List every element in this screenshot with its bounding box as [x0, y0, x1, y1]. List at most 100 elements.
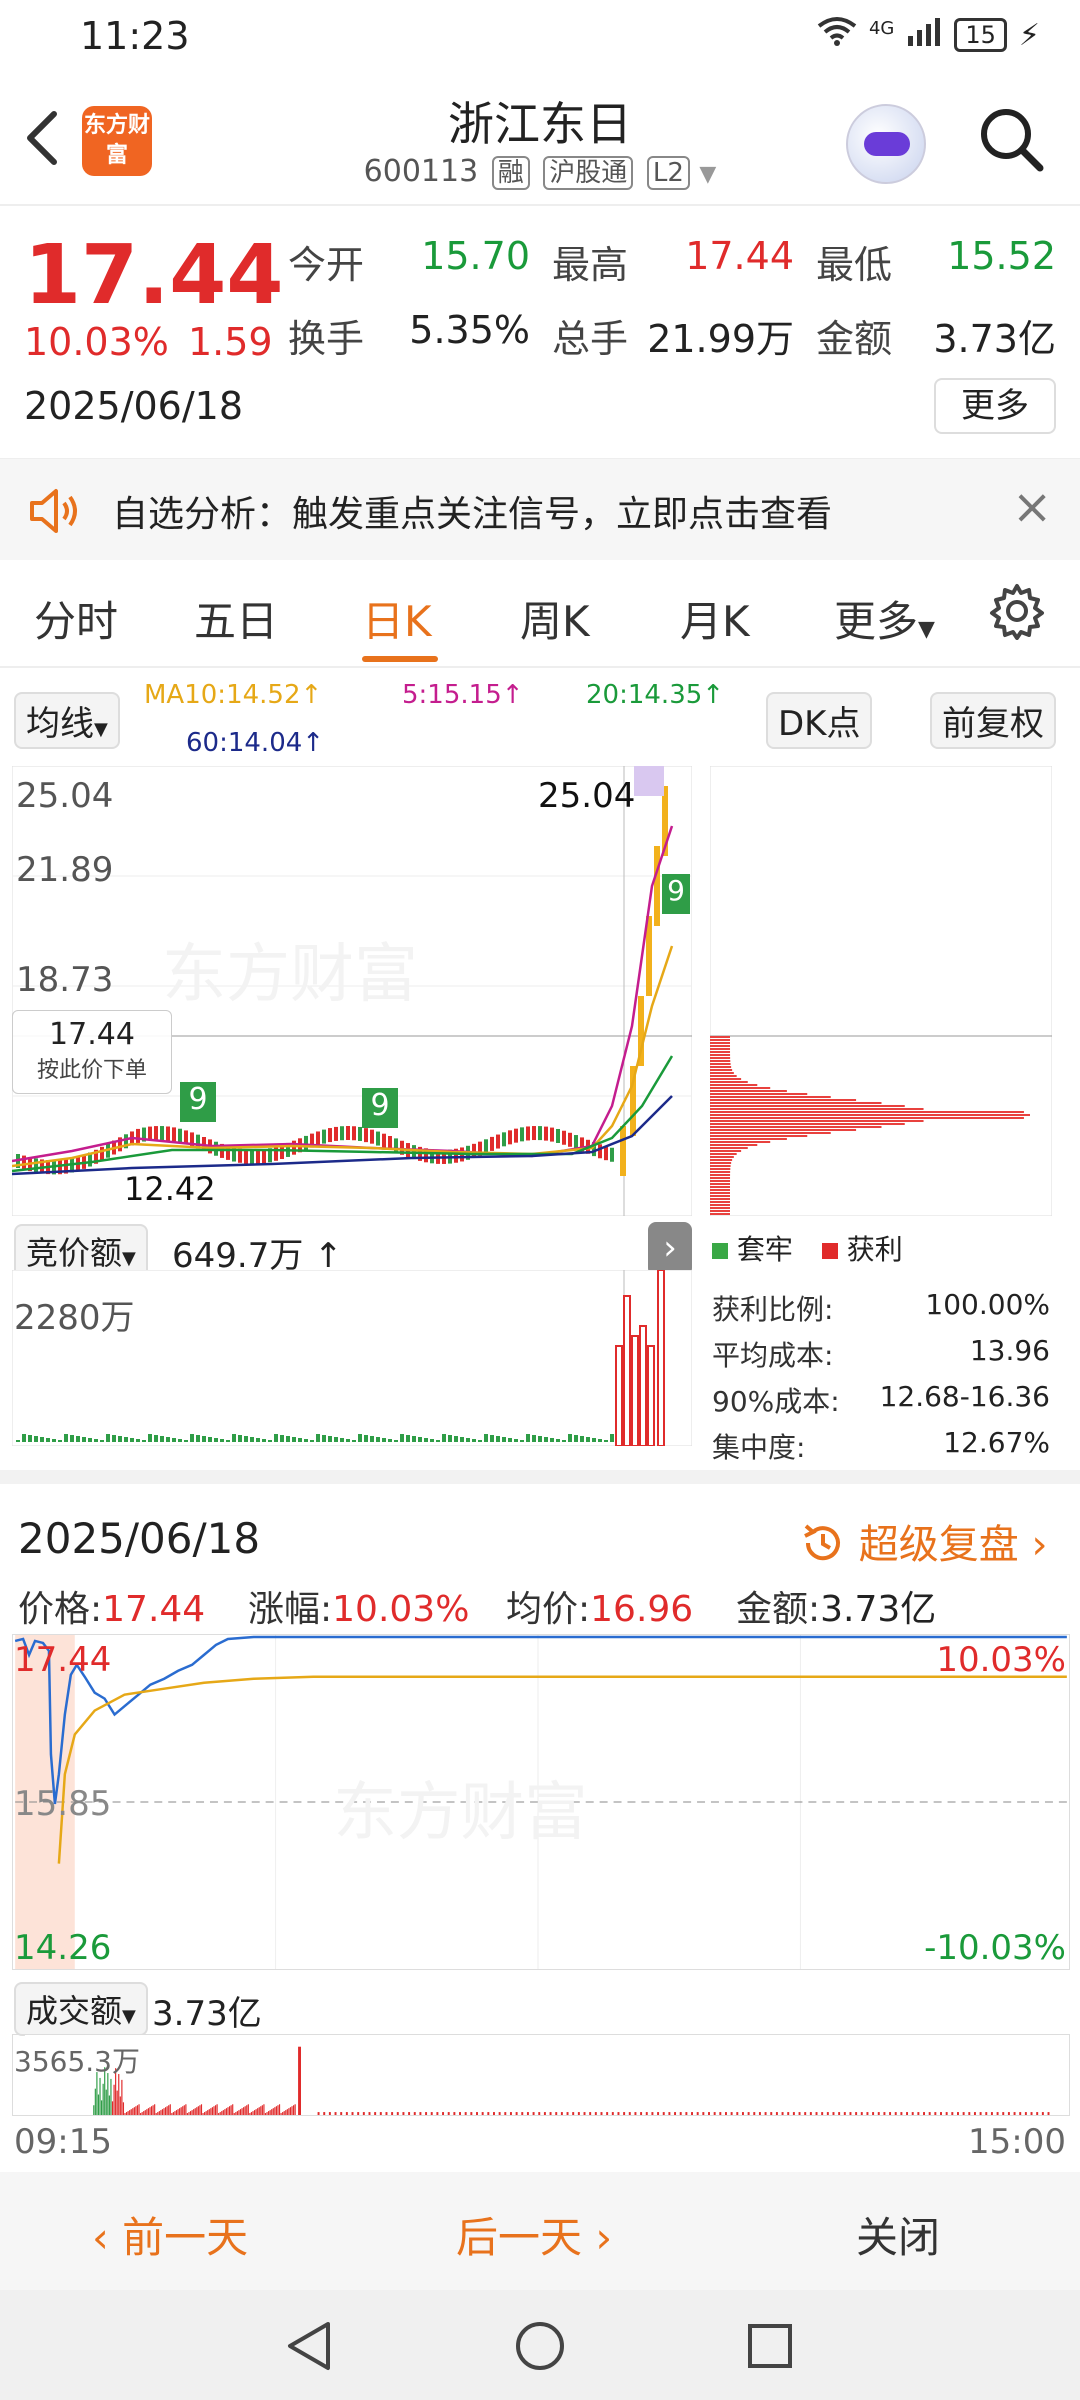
- intraday-volume-bar: [161, 2109, 164, 2115]
- intraday-volume-bar: [979, 2112, 982, 2115]
- detail-date: 2025/06/18: [18, 1514, 261, 1563]
- chip-bar: [710, 1114, 1030, 1116]
- tab-monthly-k[interactable]: 月K: [680, 588, 750, 649]
- caret-down-icon: ▼: [94, 719, 108, 740]
- intraday-volume-bar: [849, 2112, 852, 2115]
- intraday-volume-bar: [894, 2112, 897, 2115]
- intraday-volume-bar: [216, 2104, 218, 2115]
- chip-distribution-chart[interactable]: [710, 766, 1052, 1216]
- kline-candle: [508, 1130, 512, 1145]
- chevron-right-icon: ›: [582, 2213, 613, 2262]
- chip-bar: [710, 1198, 730, 1200]
- kline-candle: [334, 1126, 338, 1141]
- volume-bar: [460, 1437, 464, 1442]
- dropdown-icon[interactable]: ▼: [699, 162, 716, 187]
- super-replay-link[interactable]: 超级复盘 ›: [800, 1512, 1047, 1570]
- volume-bar: [142, 1440, 146, 1442]
- volume-bar: [466, 1438, 470, 1442]
- intraday-volume-bar: [611, 2112, 614, 2115]
- intraday-volume-bar: [249, 2113, 251, 2115]
- volume-bar: [256, 1438, 260, 1442]
- intraday-volume-bar: [543, 2112, 546, 2115]
- td-signal-2: 9: [362, 1088, 398, 1128]
- chip-bar: [710, 1204, 730, 1206]
- intraday-volume-bar: [174, 2111, 176, 2115]
- chip-bar: [710, 1081, 748, 1083]
- volume-bar: [358, 1434, 362, 1442]
- prev-day-label: 前一天: [122, 2213, 249, 2262]
- volume-bar: [496, 1436, 500, 1442]
- quote-date: 2025/06/18: [24, 384, 244, 428]
- kline-candle: [178, 1128, 182, 1143]
- intraday-volume-bar: [298, 2046, 301, 2115]
- intraday-volume-bar: [821, 2112, 824, 2115]
- chip-bar: [710, 1039, 731, 1041]
- detail-pct-value: 10.03%: [332, 1589, 470, 1630]
- chip-bar: [710, 1153, 737, 1155]
- more-button[interactable]: 更多: [934, 378, 1056, 434]
- nav-home-icon[interactable]: [512, 2318, 568, 2374]
- bottom-action-bar: ‹ 前一天 后一天 › 关闭: [0, 2172, 1080, 2290]
- expand-arrow-button[interactable]: ›: [648, 1222, 692, 1276]
- low-marker: 12.42: [124, 1170, 216, 1208]
- intraday-volume-bar: [934, 2112, 937, 2115]
- intraday-chart[interactable]: 东方财富: [12, 1634, 1070, 1970]
- intraday-volume-bar: [144, 2110, 146, 2115]
- close-icon[interactable]: ×: [1012, 479, 1052, 535]
- volume-selector-label: 竞价额: [26, 1234, 123, 1272]
- nav-back-icon[interactable]: [282, 2318, 338, 2374]
- nav-recents-icon[interactable]: [742, 2318, 798, 2374]
- intraday-volume-bar: [679, 2112, 682, 2115]
- intraday-volume-bar: [402, 2112, 405, 2115]
- volume-bar: [196, 1435, 200, 1442]
- intraday-volume-bar: [119, 2096, 121, 2115]
- close-button[interactable]: 关闭: [856, 2204, 940, 2265]
- intraday-volume-bar: [199, 2105, 201, 2115]
- volume-bar: [262, 1439, 266, 1442]
- adjust-button[interactable]: 前复权: [930, 692, 1056, 749]
- next-day-label: 后一天: [456, 2213, 583, 2262]
- order-price-tip[interactable]: 17.44 按此价下单: [12, 1010, 172, 1094]
- intraday-volume-bar: [193, 2109, 195, 2115]
- dk-point-button[interactable]: DK点: [766, 692, 873, 749]
- gear-icon[interactable]: [988, 582, 1046, 640]
- tab-daily-k[interactable]: 日K: [362, 588, 432, 649]
- prev-day-button[interactable]: ‹ 前一天: [92, 2204, 248, 2265]
- intraday-volume-bar: [792, 2112, 795, 2115]
- kline-chart[interactable]: 东方财富: [12, 766, 692, 1216]
- intraday-volume-bar: [140, 2113, 142, 2115]
- next-day-button[interactable]: 后一天 ›: [456, 2204, 612, 2265]
- intraday-volume-bar: [138, 2104, 140, 2115]
- tab-weekly-k[interactable]: 周K: [520, 588, 590, 649]
- intraday-volume-bar: [108, 2095, 110, 2115]
- intraday-volume-bar: [221, 2111, 223, 2115]
- volume-bar: [250, 1437, 254, 1442]
- assistant-robot-icon[interactable]: [846, 104, 926, 184]
- intraday-volume-bar: [99, 2077, 101, 2115]
- tab-intraday[interactable]: 分时: [34, 588, 118, 649]
- volume-bar: [580, 1436, 584, 1442]
- intraday-volume-bar: [210, 2108, 212, 2115]
- ma-selector[interactable]: 均线▼: [14, 692, 120, 749]
- intraday-volume-bar: [487, 2112, 490, 2115]
- intraday-volume-bar: [294, 2104, 296, 2115]
- intraday-volume-bar: [843, 2112, 846, 2115]
- tab-more[interactable]: 更多▼: [834, 588, 935, 649]
- charging-icon: ⚡: [1018, 17, 1040, 53]
- search-icon[interactable]: [978, 106, 1044, 172]
- volume-bar: [310, 1440, 314, 1442]
- detail-pct-label: 涨幅:: [248, 1589, 333, 1630]
- turnover-selector[interactable]: 成交额▼: [14, 1982, 148, 2036]
- intraday-volume-bar: [606, 2112, 609, 2115]
- td-signal-1: 9: [180, 1082, 216, 1122]
- intraday-volume-bar: [691, 2112, 693, 2115]
- intraday-volume-bar: [453, 2112, 456, 2115]
- banner-text: 自选分析：触发重点关注信号，立即点击查看: [112, 494, 833, 535]
- chip-bar: [710, 1084, 758, 1086]
- kline-candle: [574, 1135, 578, 1150]
- analysis-banner[interactable]: 自选分析：触发重点关注信号，立即点击查看 ×: [0, 458, 1080, 560]
- open-value: 15.70: [421, 234, 530, 278]
- tab-five-day[interactable]: 五日: [194, 588, 278, 649]
- volume-bar: [538, 1436, 542, 1442]
- intraday-volume-bar: [413, 2112, 416, 2115]
